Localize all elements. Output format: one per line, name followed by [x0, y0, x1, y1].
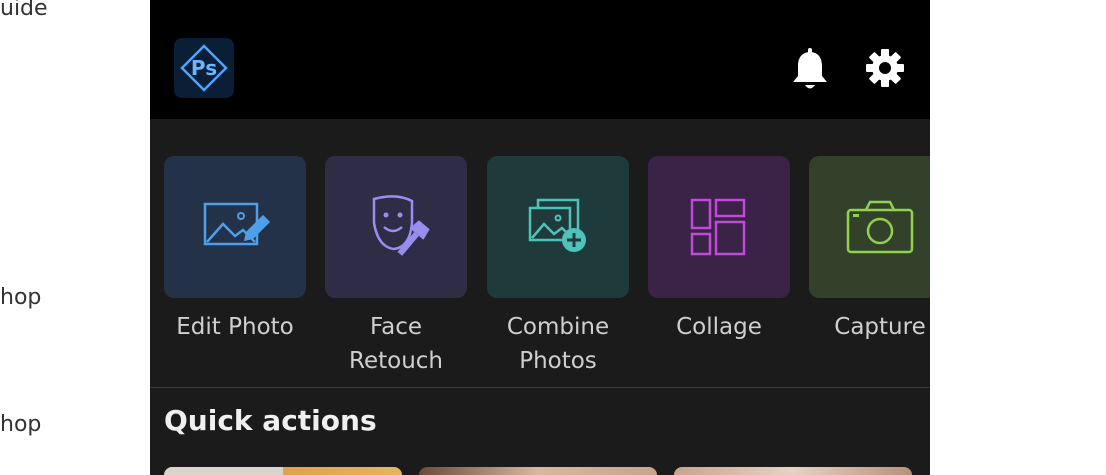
combine-photos-icon	[528, 198, 586, 252]
tile-edit-photo-box[interactable]	[164, 156, 306, 298]
collage-icon	[690, 198, 746, 256]
edit-photo-icon	[203, 202, 271, 246]
tile-combine-photos[interactable]: Combine Photos	[487, 156, 629, 378]
tile-face-retouch[interactable]: Face Retouch	[325, 156, 467, 378]
tile-label: Combine Photos	[506, 314, 610, 374]
background-text-fragment: uide	[0, 0, 48, 21]
photoshop-express-logo[interactable]: Ps	[174, 38, 234, 98]
tile-face-retouch-box[interactable]	[325, 156, 467, 298]
quick-action-thumbnail[interactable]	[674, 467, 912, 475]
tile-label: Capture	[834, 314, 926, 340]
tile-edit-photo[interactable]: Edit Photo	[164, 156, 306, 344]
tile-label: Edit Photo	[176, 314, 294, 340]
bell-icon[interactable]	[790, 48, 830, 94]
tile-capture-box[interactable]	[809, 156, 930, 298]
quick-action-thumbnail[interactable]	[419, 467, 657, 475]
app-screen: Ps Edit Photo Face Retouch Combine Photo…	[150, 0, 930, 475]
top-bar: Ps	[150, 0, 930, 119]
feature-tiles: Edit Photo Face Retouch Combine Photos C…	[150, 156, 930, 386]
logo-text: Ps	[191, 56, 217, 80]
ps-diamond-icon: Ps	[180, 44, 228, 92]
tile-collage[interactable]: Collage	[648, 156, 790, 344]
background-text-fragment: hop	[0, 412, 42, 437]
tile-label: Face Retouch	[349, 314, 443, 374]
gear-icon[interactable]	[863, 46, 907, 90]
face-retouch-icon	[372, 195, 430, 256]
background-text-fragment: hop	[0, 285, 42, 310]
quick-action-thumbnail[interactable]	[164, 467, 402, 475]
section-divider	[150, 387, 930, 388]
tile-label: Collage	[676, 314, 762, 340]
quick-actions-title: Quick actions	[164, 404, 377, 437]
tile-combine-photos-box[interactable]	[487, 156, 629, 298]
camera-icon	[846, 200, 914, 254]
tile-capture[interactable]: Capture	[809, 156, 930, 344]
tile-collage-box[interactable]	[648, 156, 790, 298]
